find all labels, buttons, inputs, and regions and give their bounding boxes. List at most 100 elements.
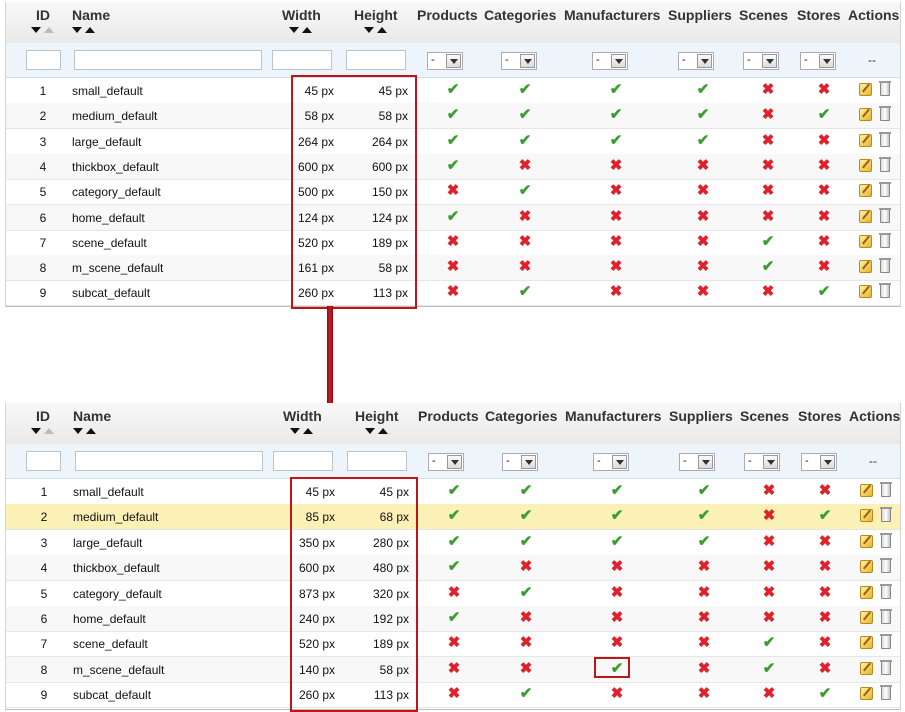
filter-manufacturers-select[interactable]: - [592, 52, 628, 70]
sort-asc-icon[interactable] [377, 27, 387, 33]
filter-height-input[interactable] [346, 50, 406, 70]
chevron-down-icon[interactable] [447, 455, 462, 469]
filter-height-input[interactable] [347, 451, 407, 471]
edit-pencil-icon[interactable] [859, 133, 872, 147]
edit-pencil-icon[interactable] [860, 661, 873, 675]
edit-pencil-icon[interactable] [860, 636, 873, 650]
filter-id-input[interactable] [26, 50, 61, 70]
table-row[interactable]: 5 category_default 873 px 320 px ✖ ✔ ✖ ✖ ✖ ✖ [6, 581, 900, 607]
table-row[interactable]: 5 category_default 500 px 150 px ✖ ✔ ✖ ✖ ✖ ✖ [6, 179, 900, 206]
table-row[interactable]: 4 thickbox_default 600 px 600 px ✔ ✖ ✖ ✖ ✖ ✖ [6, 153, 900, 180]
filter-width-input[interactable] [272, 50, 332, 70]
table-row[interactable]: 1 small_default 45 px 45 px ✔ ✔ ✔ ✔ ✖ ✖ [6, 479, 900, 505]
filter-suppliers-select[interactable]: - [678, 52, 714, 70]
sort-arrows-id[interactable] [31, 428, 57, 438]
chevron-down-icon[interactable] [698, 455, 713, 469]
col-header-height[interactable]: Height [354, 7, 398, 23]
table-row[interactable]: 3 large_default 350 px 280 px ✔ ✔ ✔ ✔ ✖ ✖ [6, 530, 900, 556]
chevron-down-icon[interactable] [521, 455, 536, 469]
delete-trash-icon[interactable] [880, 659, 892, 675]
col-header-height[interactable]: Height [355, 408, 399, 424]
sort-desc-icon[interactable] [31, 428, 41, 434]
table-row[interactable]: 7 scene_default 520 px 189 px ✖ ✖ ✖ ✖ ✔ ✖ [6, 230, 900, 256]
delete-trash-icon[interactable] [880, 583, 892, 599]
filter-products-select[interactable]: - [427, 52, 463, 70]
table-row[interactable]: 4 thickbox_default 600 px 480 px ✔ ✖ ✖ ✖ ✖ ✖ [6, 555, 900, 582]
col-header-name[interactable]: Name [73, 408, 111, 424]
edit-pencil-icon[interactable] [859, 184, 872, 198]
delete-trash-icon[interactable] [880, 634, 892, 650]
sort-arrows-height[interactable] [365, 428, 391, 438]
table-row[interactable]: 3 large_default 264 px 264 px ✔ ✔ ✔ ✔ ✖ ✖ [6, 129, 900, 155]
filter-scenes-select[interactable]: - [744, 453, 780, 471]
edit-pencil-icon[interactable] [859, 158, 872, 172]
delete-trash-icon[interactable] [879, 106, 891, 122]
delete-trash-icon[interactable] [880, 685, 892, 701]
filter-name-input[interactable] [74, 50, 262, 70]
sort-desc-icon[interactable] [365, 428, 375, 434]
chevron-down-icon[interactable] [819, 54, 834, 68]
filter-stores-select[interactable]: - [800, 52, 836, 70]
delete-trash-icon[interactable] [879, 156, 891, 172]
table-row[interactable]: 9 subcat_default 260 px 113 px ✖ ✔ ✖ ✖ ✖ ✔ [6, 280, 900, 307]
delete-trash-icon[interactable] [880, 482, 892, 497]
edit-pencil-icon[interactable] [860, 484, 873, 497]
filter-suppliers-select[interactable]: - [679, 453, 715, 471]
filter-manufacturers-select[interactable]: - [593, 453, 629, 471]
edit-pencil-icon[interactable] [859, 285, 872, 299]
chevron-down-icon[interactable] [762, 54, 777, 68]
edit-pencil-icon[interactable] [860, 560, 873, 574]
filter-name-input[interactable] [75, 451, 263, 471]
table-row[interactable]: 6 home_default 240 px 192 px ✔ ✖ ✖ ✖ ✖ ✖ [6, 606, 900, 632]
table-row[interactable]: 6 home_default 124 px 124 px ✔ ✖ ✖ ✖ ✖ ✖ [6, 204, 900, 231]
sort-arrows-width[interactable] [289, 27, 315, 37]
filter-products-select[interactable]: - [428, 453, 464, 471]
table-row[interactable]: 2 medium_default 85 px 68 px ✔ ✔ ✔ ✔ ✖ ✔ [6, 504, 900, 531]
chevron-down-icon[interactable] [612, 455, 627, 469]
table-row[interactable]: 1 small_default 45 px 45 px ✔ ✔ ✔ ✔ ✖ ✖ [6, 78, 900, 104]
sort-desc-icon[interactable] [364, 27, 374, 33]
chevron-down-icon[interactable] [697, 54, 712, 68]
col-header-width[interactable]: Width [283, 408, 322, 424]
sort-arrows-name[interactable] [73, 428, 99, 438]
delete-trash-icon[interactable] [880, 558, 892, 574]
table-row[interactable]: 2 medium_default 58 px 58 px ✔ ✔ ✔ ✔ ✖ ✔ [6, 103, 900, 130]
filter-categories-select[interactable]: - [501, 52, 537, 70]
sort-asc-icon[interactable] [44, 27, 54, 33]
delete-trash-icon[interactable] [879, 131, 891, 147]
col-header-id[interactable]: ID [36, 7, 50, 23]
edit-pencil-icon[interactable] [859, 108, 872, 122]
sort-asc-icon[interactable] [44, 428, 54, 434]
sort-arrows-name[interactable] [72, 27, 98, 37]
edit-pencil-icon[interactable] [859, 260, 872, 274]
delete-trash-icon[interactable] [879, 207, 891, 223]
sort-desc-icon[interactable] [289, 27, 299, 33]
filter-stores-select[interactable]: - [801, 453, 837, 471]
sort-desc-icon[interactable] [73, 428, 83, 434]
chevron-down-icon[interactable] [446, 54, 461, 68]
delete-trash-icon[interactable] [879, 258, 891, 274]
delete-trash-icon[interactable] [879, 283, 891, 299]
chevron-down-icon[interactable] [611, 54, 626, 68]
edit-pencil-icon[interactable] [859, 234, 872, 248]
edit-pencil-icon[interactable] [860, 611, 873, 624]
sort-asc-icon[interactable] [302, 27, 312, 33]
col-header-name[interactable]: Name [72, 7, 110, 23]
filter-id-input[interactable] [26, 451, 61, 471]
sort-desc-icon[interactable] [290, 428, 300, 434]
sort-arrows-width[interactable] [290, 428, 316, 438]
table-row[interactable]: 7 scene_default 520 px 189 px ✖ ✖ ✖ ✖ ✔ ✖ [6, 631, 900, 658]
edit-pencil-icon[interactable] [859, 83, 872, 96]
col-header-id[interactable]: ID [36, 408, 50, 424]
filter-categories-select[interactable]: - [502, 453, 538, 471]
edit-pencil-icon[interactable] [860, 509, 873, 523]
edit-pencil-icon[interactable] [859, 209, 872, 223]
chevron-down-icon[interactable] [820, 455, 835, 469]
sort-desc-icon[interactable] [72, 27, 82, 33]
delete-trash-icon[interactable] [880, 532, 892, 548]
sort-arrows-id[interactable] [31, 27, 57, 37]
col-header-width[interactable]: Width [282, 7, 321, 23]
sort-asc-icon[interactable] [303, 428, 313, 434]
sort-asc-icon[interactable] [86, 428, 96, 434]
delete-trash-icon[interactable] [879, 182, 891, 198]
